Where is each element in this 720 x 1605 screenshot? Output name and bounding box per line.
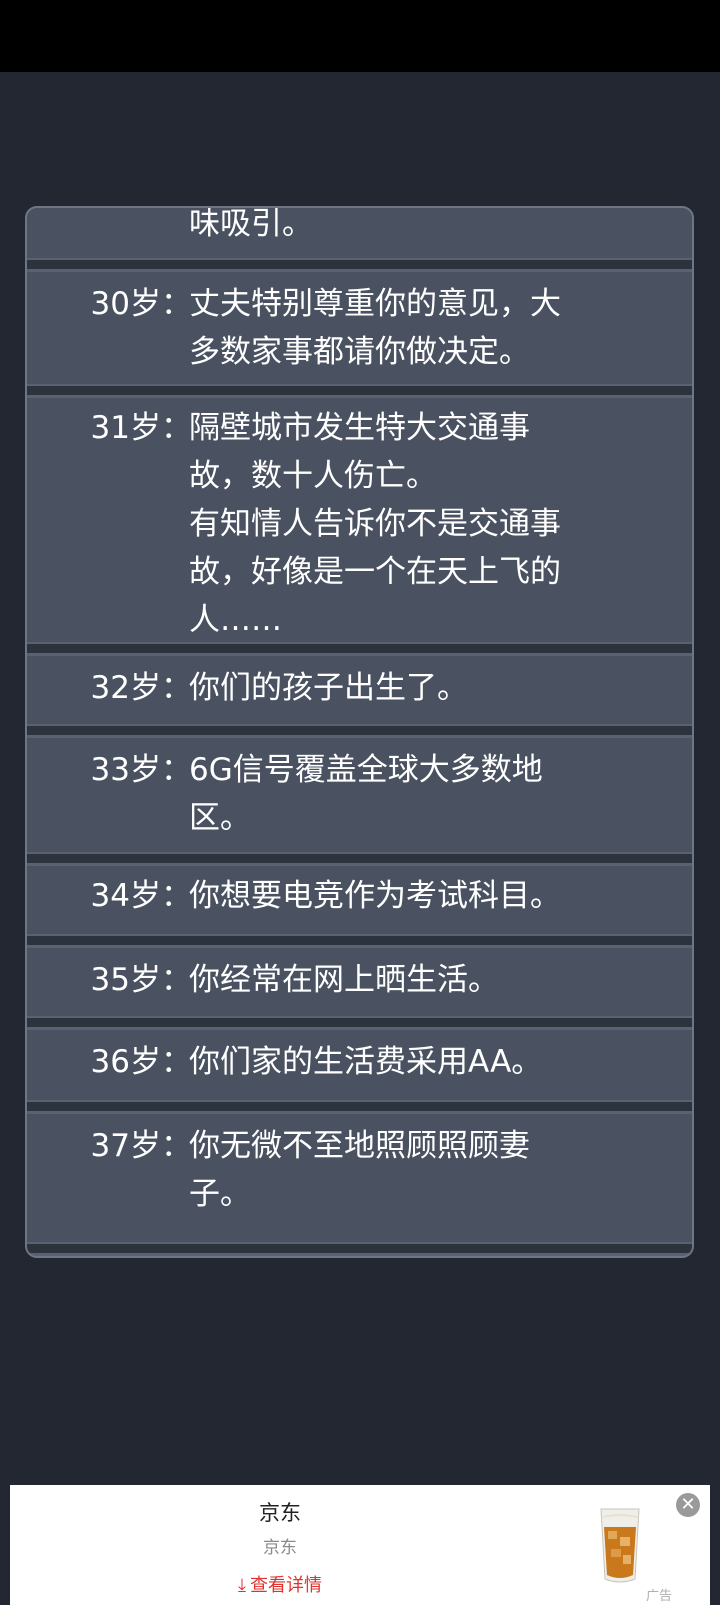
entry-divider <box>27 384 692 398</box>
event-text: 你想要电竞作为考试科目。 <box>189 878 561 914</box>
event-text: 6G信号覆盖全球大多数地 区。 <box>189 752 543 836</box>
ad-label: 广告 <box>646 1589 673 1604</box>
drink-glass-image <box>600 1508 640 1583</box>
event-text: 你无微不至地照顾照顾妻 子。 <box>189 1128 530 1212</box>
entry-divider <box>27 642 692 656</box>
life-log-panel[interactable]: 味吸引。 30岁： 丈夫特别尊重你的意见，大 多数家事都请你做决定。 31岁： … <box>25 206 694 1258</box>
event-text: 你们家的生活费采用AA。 <box>189 1044 543 1080</box>
age-label: 31岁： <box>90 410 192 446</box>
view-details-button[interactable]: ⤓ 查看详情 <box>205 1571 355 1597</box>
entry-divider <box>27 724 692 738</box>
age-label: 35岁： <box>90 962 192 998</box>
ad-banner[interactable]: 京东 京东 ⤓ 查看详情 ✕ 广告 <box>10 1485 710 1605</box>
event-text: 丈夫特别尊重你的意见，大 多数家事都请你做决定。 <box>189 286 561 370</box>
ad-title: 京东 <box>259 1501 301 1525</box>
event-text: 你们的孩子出生了。 <box>189 670 468 706</box>
entry-divider <box>27 1242 692 1256</box>
event-text: 味吸引。 <box>189 206 313 242</box>
event-text: 你经常在网上晒生活。 <box>189 962 499 998</box>
status-bar <box>0 0 720 72</box>
event-text: 隔壁城市发生特大交通事 故，数十人伤亡。 有知情人告诉你不是交通事 故，好像是一… <box>189 410 561 638</box>
age-label: 30岁： <box>90 286 192 322</box>
age-label: 37岁： <box>90 1128 192 1164</box>
age-label: 32岁： <box>90 670 192 706</box>
entry-divider <box>27 852 692 866</box>
download-arrow-icon: ⤓ <box>238 1575 246 1596</box>
age-label: 33岁： <box>90 752 192 788</box>
entry-divider <box>27 258 692 272</box>
age-label: 36岁： <box>90 1044 192 1080</box>
ad-subtitle: 京东 <box>263 1538 297 1558</box>
view-details-label: 查看详情 <box>249 1575 322 1596</box>
entry-divider <box>27 1016 692 1030</box>
entry-divider <box>27 934 692 948</box>
age-label: 34岁： <box>90 878 192 914</box>
entry-divider <box>27 1100 692 1114</box>
close-icon[interactable]: ✕ <box>676 1493 700 1517</box>
